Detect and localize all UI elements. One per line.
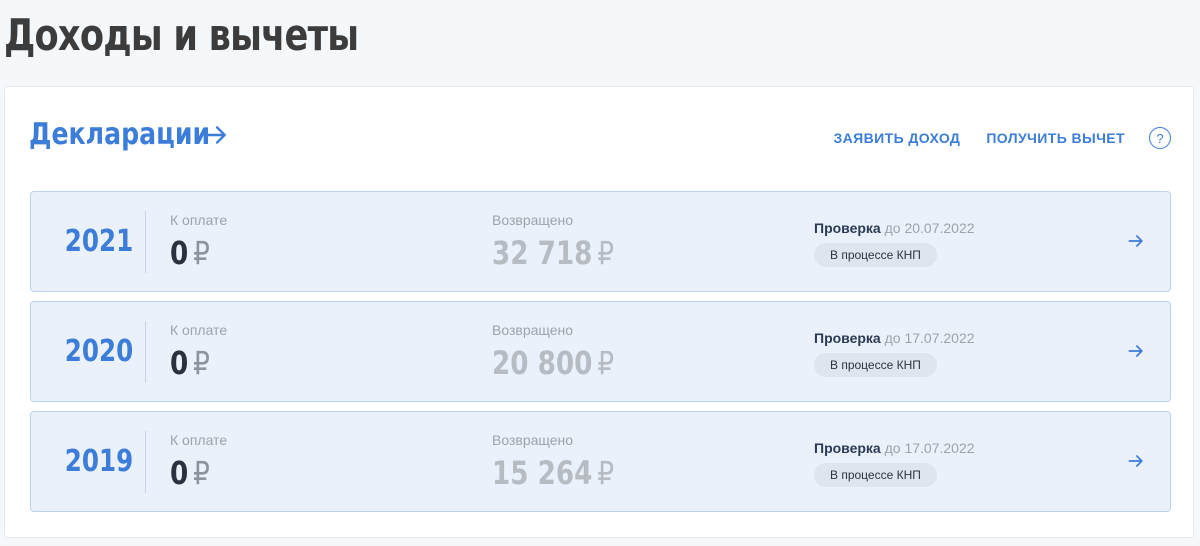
divider bbox=[145, 321, 146, 383]
status-badge: В процессе КНП bbox=[814, 463, 937, 487]
declaration-year: 2020 bbox=[64, 334, 134, 369]
help-icon[interactable]: ? bbox=[1149, 127, 1171, 149]
ruble-sign: ₽ bbox=[597, 454, 615, 492]
divider bbox=[145, 211, 146, 273]
check-info: Проверка до 20.07.2022 bbox=[814, 220, 975, 236]
check-info: Проверка до 17.07.2022 bbox=[814, 440, 975, 456]
returned-label: Возвращено bbox=[492, 212, 574, 228]
check-label: Проверка bbox=[814, 440, 881, 456]
status-badge: В процессе КНП bbox=[814, 353, 937, 377]
arrow-right-icon[interactable] bbox=[1126, 231, 1146, 251]
declaration-year: 2021 bbox=[64, 224, 134, 259]
ruble-sign: ₽ bbox=[597, 344, 615, 382]
ruble-sign: ₽ bbox=[597, 234, 615, 272]
to-pay-label: К оплате bbox=[170, 212, 228, 228]
to-pay-amount: 0 ₽ bbox=[170, 455, 210, 491]
to-pay-amount: 0 ₽ bbox=[170, 235, 210, 271]
status-badge: В процессе КНП bbox=[814, 243, 937, 267]
to-pay-label: К оплате bbox=[170, 432, 228, 448]
divider bbox=[145, 431, 146, 493]
returned-amount: 32 718 ₽ bbox=[492, 235, 614, 271]
ruble-sign: ₽ bbox=[193, 234, 210, 272]
declare-income-button[interactable]: ЗАЯВИТЬ ДОХОД bbox=[834, 130, 961, 146]
returned-amount: 15 264 ₽ bbox=[492, 455, 614, 491]
returned-value: 15 264 bbox=[492, 454, 593, 492]
ruble-sign: ₽ bbox=[193, 454, 210, 492]
to-pay-value: 0 bbox=[170, 234, 189, 272]
declarations-title: Декларации bbox=[29, 117, 211, 152]
declaration-row-2020[interactable]: 2020 К оплате 0 ₽ Возвращено 20 800 ₽ Пров… bbox=[30, 301, 1171, 402]
ruble-sign: ₽ bbox=[193, 344, 210, 382]
returned-amount: 20 800 ₽ bbox=[492, 345, 614, 381]
to-pay-amount: 0 ₽ bbox=[170, 345, 210, 381]
check-date: до 20.07.2022 bbox=[884, 220, 975, 236]
arrow-right-icon[interactable] bbox=[1126, 341, 1146, 361]
to-pay-value: 0 bbox=[170, 344, 189, 382]
returned-value: 20 800 bbox=[492, 344, 593, 382]
header-actions: ЗАЯВИТЬ ДОХОД ПОЛУЧИТЬ ВЫЧЕТ ? bbox=[834, 127, 1171, 149]
page-title: Доходы и вычеты bbox=[4, 10, 359, 61]
to-pay-label: К оплате bbox=[170, 322, 228, 338]
check-info: Проверка до 17.07.2022 bbox=[814, 330, 975, 346]
declaration-row-2019[interactable]: 2019 К оплате 0 ₽ Возвращено 15 264 ₽ Пров… bbox=[30, 411, 1171, 512]
check-date: до 17.07.2022 bbox=[884, 440, 975, 456]
returned-label: Возвращено bbox=[492, 322, 574, 338]
declarations-list: 2021 К оплате 0 ₽ Возвращено 32 718 ₽ Пров… bbox=[30, 191, 1171, 521]
declaration-row-2021[interactable]: 2021 К оплате 0 ₽ Возвращено 32 718 ₽ Пров… bbox=[30, 191, 1171, 292]
returned-value: 32 718 bbox=[492, 234, 593, 272]
get-deduction-button[interactable]: ПОЛУЧИТЬ ВЫЧЕТ bbox=[986, 130, 1125, 146]
arrow-right-icon[interactable] bbox=[1126, 451, 1146, 471]
check-label: Проверка bbox=[814, 220, 881, 236]
to-pay-value: 0 bbox=[170, 454, 189, 492]
declarations-header: Декларации ЗАЯВИТЬ ДОХОД ПОЛУЧИТЬ ВЫЧЕТ … bbox=[5, 87, 1193, 187]
check-date: до 17.07.2022 bbox=[884, 330, 975, 346]
declaration-year: 2019 bbox=[64, 444, 134, 479]
declarations-card: Декларации ЗАЯВИТЬ ДОХОД ПОЛУЧИТЬ ВЫЧЕТ … bbox=[4, 86, 1194, 538]
declarations-link[interactable]: Декларации bbox=[29, 115, 229, 155]
check-label: Проверка bbox=[814, 330, 881, 346]
returned-label: Возвращено bbox=[492, 432, 574, 448]
